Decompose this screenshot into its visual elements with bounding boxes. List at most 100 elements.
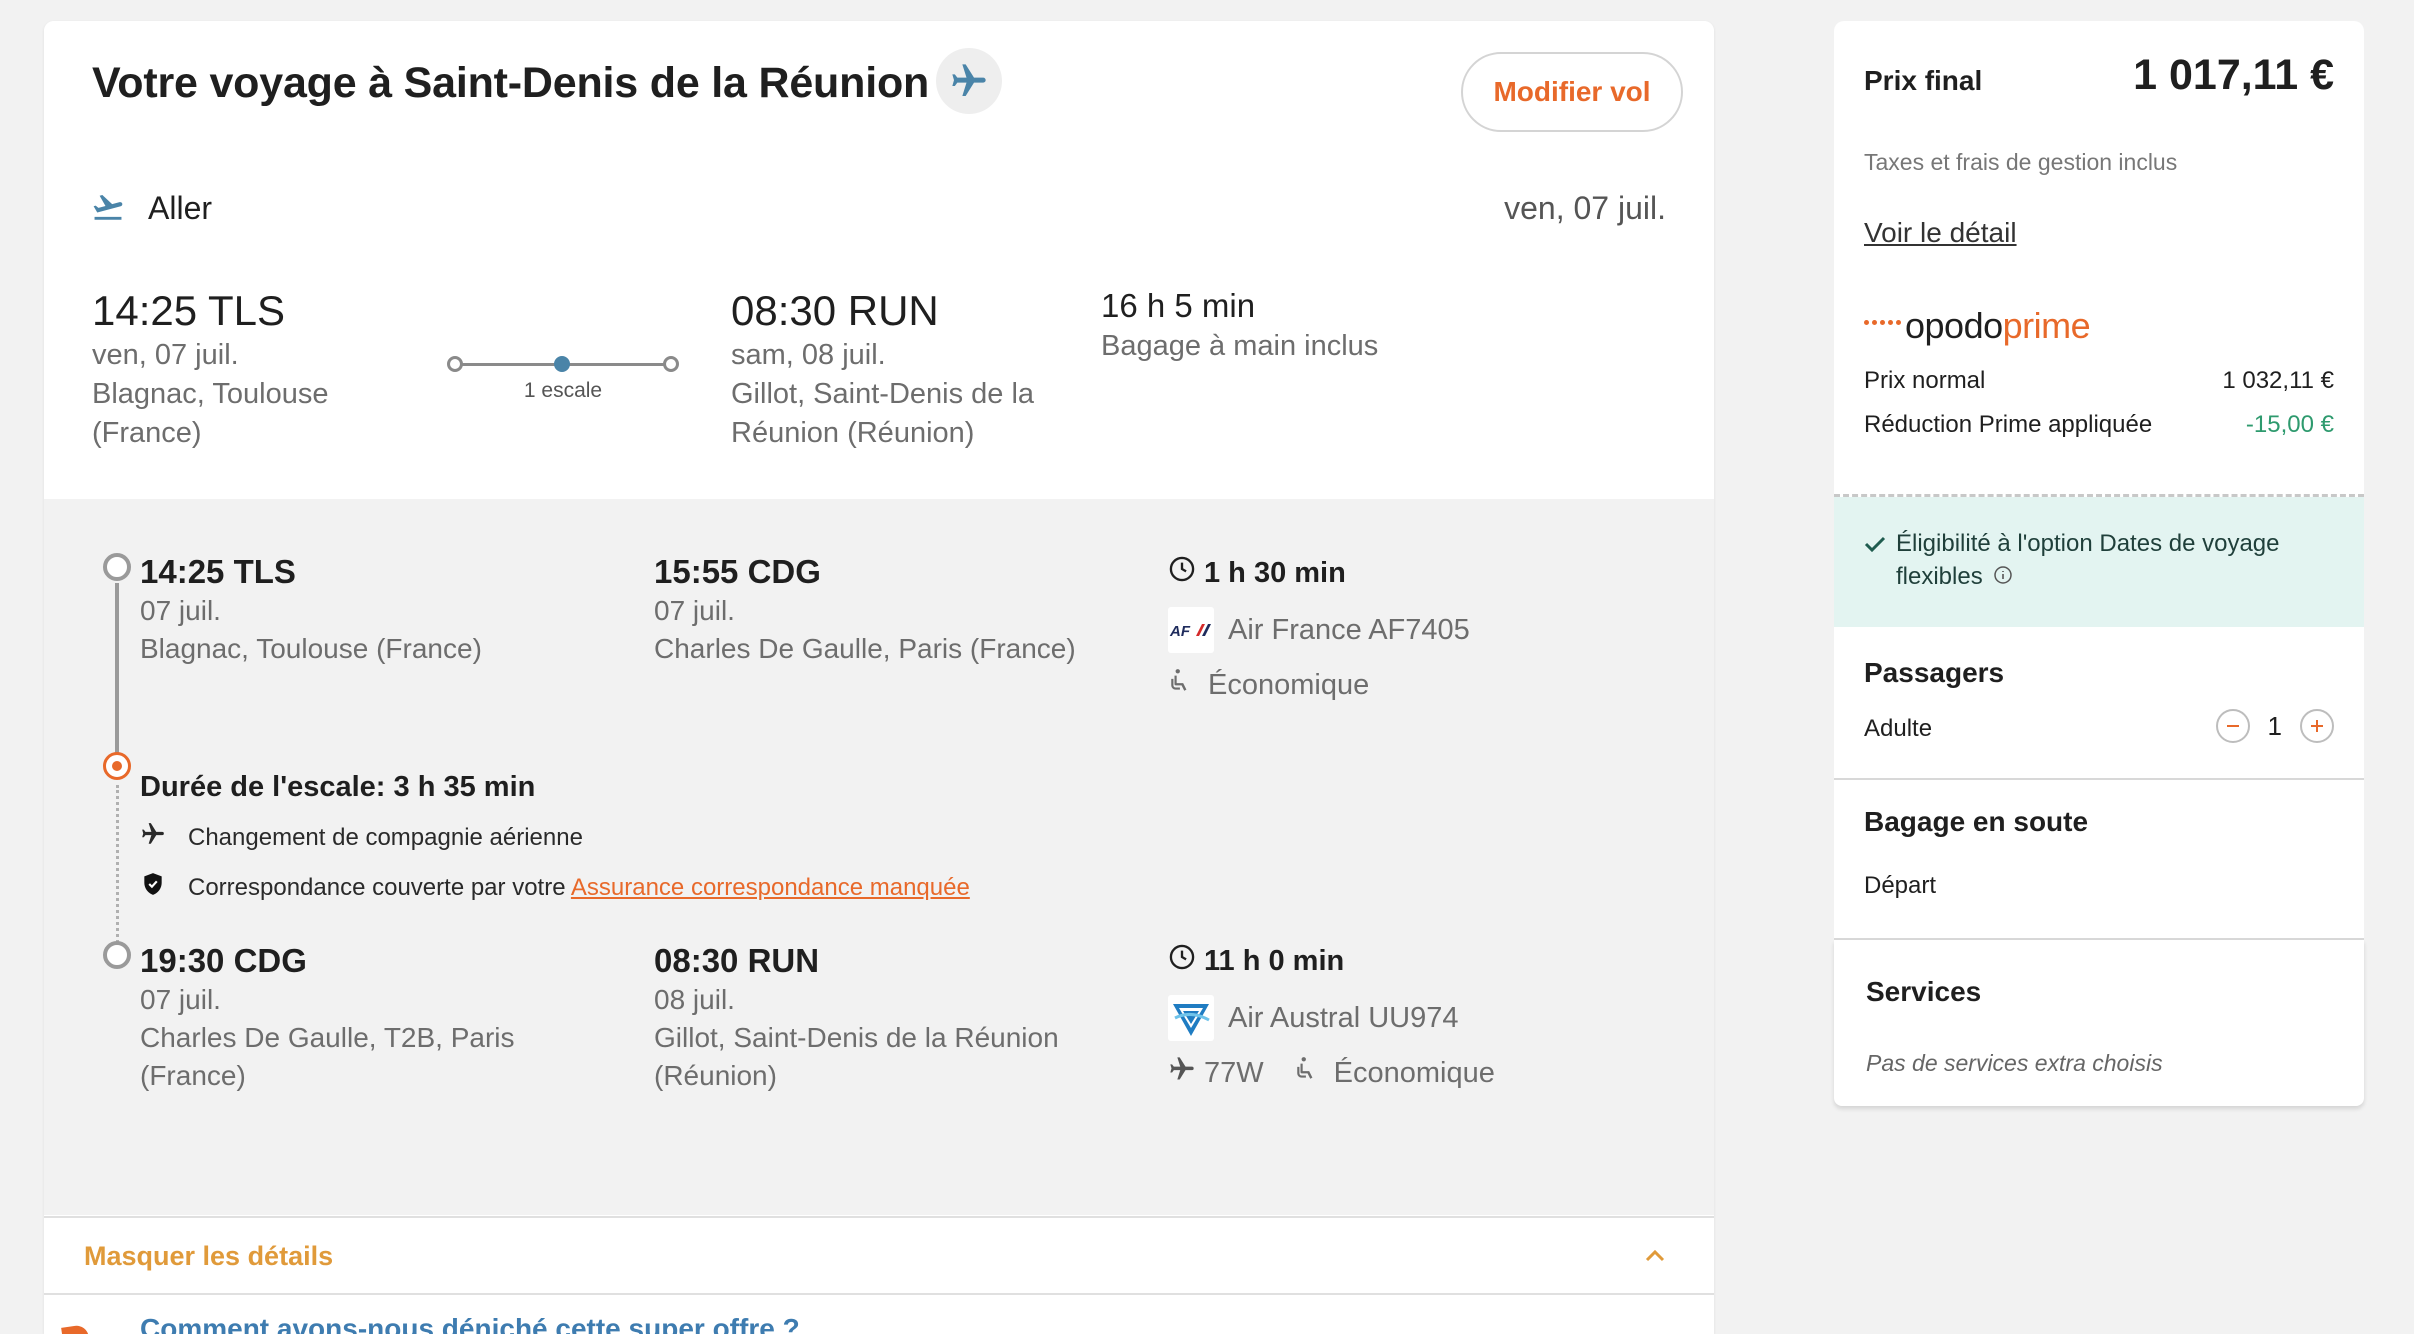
price-summary: Prix final 1 017,11 € Taxes et frais de … (1834, 21, 2364, 497)
segment1-departure: 14:25 TLS 07 juil. Blagnac, Toulouse (Fr… (140, 552, 620, 668)
layover-title: Durée de l'escale: 3 h 35 min (140, 771, 536, 803)
clock-icon (1168, 555, 1196, 591)
baggage-info: Bagage à main inclus (1101, 329, 1379, 362)
arrival-date: sam, 08 juil. (731, 339, 886, 372)
shield-check-icon (140, 871, 166, 904)
segment1-arrival: 15:55 CDG 07 juil. Charles De Gaulle, Pa… (654, 552, 1134, 668)
seg1-dep-time: 14:25 TLS (140, 553, 296, 590)
adult-label: Adulte (1864, 715, 1933, 742)
passengers-title: Passagers (1864, 657, 2005, 688)
seg2-aircraft: 77W (1204, 1056, 1264, 1089)
checkmark-icon (1864, 535, 1886, 558)
arrival-place: Gillot, Saint-Denis de la Réunion (Réuni… (731, 378, 1035, 450)
chevron-up-icon[interactable] (1644, 1248, 1666, 1269)
eligibility-banner: Éligibilité à l'option Dates de voyage f… (1834, 497, 2364, 627)
seg1-arr-time: 15:55 CDG (654, 553, 821, 590)
seg2-cabin: Économique (1333, 1056, 1495, 1089)
airplane-icon (140, 821, 166, 854)
services-section: Services Pas de services extra choisis (1834, 940, 2364, 1106)
seg1-airline: Air France AF7405 (1228, 613, 1470, 646)
direction-date: ven, 07 juil. (1504, 190, 1666, 226)
segment2-departure: 19:30 CDG 07 juil. Charles De Gaulle, T2… (140, 941, 620, 1095)
seg2-dep-date: 07 juil. (140, 983, 221, 1015)
see-detail-link[interactable]: Voir le détail (1864, 217, 2017, 249)
minus-icon[interactable] (2215, 709, 2250, 743)
normal-price: 1 032,11 € (2222, 367, 2334, 394)
seg2-airline: Air Austral UU974 (1228, 1001, 1459, 1034)
clock-icon (1168, 943, 1196, 979)
flight-details: 14:25 TLS 07 juil. Blagnac, Toulouse (Fr… (44, 499, 1714, 1215)
passengers-section: Passagers Adulte 1 (1834, 627, 2364, 780)
summary-departure: 14:25 TLS ven, 07 juil. Blagnac, Toulous… (92, 286, 392, 453)
discount-row: Réduction Prime appliquée -15,00 € (1864, 411, 2334, 439)
final-price-label: Prix final (1864, 65, 1983, 96)
air-austral-logo (1168, 995, 1214, 1041)
final-price: 1 017,11 € (2133, 51, 2334, 99)
layover-marker (103, 752, 131, 780)
coverage-text: Correspondance couverte par votre (188, 873, 566, 901)
seg2-arr-date: 08 juil. (654, 983, 735, 1015)
change-airline-text: Changement de compagnie aérienne (188, 823, 583, 851)
summary-duration: 16 h 5 min Bagage à main inclus (1101, 286, 1378, 363)
discount-label: Réduction Prime appliquée (1864, 411, 2153, 438)
segment1-info: 1 h 30 min AF Air France AF7405 Économiq… (1168, 555, 1470, 703)
seg1-arr-date: 07 juil. (654, 594, 735, 626)
services-note: Pas de services extra choisis (1866, 1050, 2163, 1076)
offer-decoration (61, 1324, 89, 1334)
seg1-dep-date: 07 juil. (140, 594, 221, 626)
segment2-arrival: 08:30 RUN 08 juil. Gillot, Saint-Denis d… (654, 941, 1134, 1095)
opodo-prime-logo: opodo prime (1864, 305, 2091, 347)
how-offer-link[interactable]: Comment avons-nous déniché cette super o… (140, 1313, 800, 1334)
trip-card: Votre voyage à Saint-Denis de la Réunion… (44, 21, 1714, 1334)
seat-icon (1294, 1055, 1320, 1091)
air-france-logo: AF (1168, 607, 1214, 653)
hide-details-toggle[interactable]: Masquer les détails (44, 1216, 1714, 1295)
arrival-time: 08:30 RUN (731, 287, 939, 334)
normal-price-label: Prix normal (1864, 367, 1986, 394)
itinerary-timeline (102, 553, 132, 973)
airplane-icon (1168, 1055, 1196, 1091)
svg-text:AF: AF (1169, 623, 1191, 640)
hide-details-label[interactable]: Masquer les détails (84, 1241, 333, 1272)
direction-label: Aller (148, 190, 213, 226)
insurance-link[interactable]: Assurance correspondance manquée (571, 874, 970, 901)
departure-place: Blagnac, Toulouse (France) (92, 378, 329, 450)
departure-time: 14:25 TLS (92, 287, 286, 334)
plus-icon[interactable] (2300, 709, 2334, 743)
departure-baggage-label[interactable]: Départ (1864, 872, 1936, 900)
normal-price-row: Prix normal 1 032,11 € (1864, 367, 2334, 395)
tax-note: Taxes et frais de gestion inclus (1864, 149, 2178, 175)
stops-indicator: 1 escale (447, 356, 679, 402)
summary-arrival: 08:30 RUN sam, 08 juil. Gillot, Saint-De… (731, 286, 1091, 453)
checked-baggage-section: Bagage en soute Départ (1834, 780, 2364, 940)
takeoff-icon (91, 190, 125, 229)
adult-count: 1 (2267, 710, 2282, 741)
seg2-arr-place: Gillot, Saint-Denis de la Réunion (Réuni… (654, 1021, 1059, 1091)
price-sidebar: Prix final 1 017,11 € Taxes et frais de … (1834, 21, 2364, 1106)
seat-icon (1168, 667, 1194, 703)
seg2-arr-time: 08:30 RUN (654, 942, 820, 979)
seg1-cabin: Économique (1208, 668, 1370, 701)
info-icon[interactable] (1993, 561, 2013, 594)
departure-date: ven, 07 juil. (92, 339, 239, 372)
segment2-info: 11 h 0 min Air Austral UU974 77W Économi… (1168, 943, 1495, 1091)
seg2-duration: 11 h 0 min (1204, 944, 1345, 977)
services-title: Services (1866, 976, 1982, 1007)
seg1-dep-place: Blagnac, Toulouse (France) (140, 632, 482, 664)
discount-value: -15,00 € (2245, 411, 2334, 438)
seg1-duration: 1 h 30 min (1204, 556, 1346, 589)
layover-coverage: Correspondance couverte par votre Assura… (140, 871, 970, 904)
baggage-title: Bagage en soute (1864, 806, 2089, 837)
adult-stepper: 1 (2215, 709, 2334, 743)
total-duration: 16 h 5 min (1101, 287, 1256, 324)
trip-summary: Votre voyage à Saint-Denis de la Réunion… (44, 21, 1714, 499)
stops-label: 1 escale (523, 379, 603, 402)
seg2-dep-time: 19:30 CDG (140, 942, 307, 979)
modify-flight-button[interactable]: Modifier vol (1461, 52, 1683, 132)
eligibility-text: Éligibilité à l'option Dates de voyage f… (1896, 527, 2316, 594)
seg2-dep-place: Charles De Gaulle, T2B, Paris (France) (140, 1021, 515, 1091)
layover-change: Changement de compagnie aérienne (140, 821, 583, 854)
airplane-icon (936, 48, 1002, 114)
trip-title: Votre voyage à Saint-Denis de la Réunion (92, 59, 930, 107)
seg1-arr-place: Charles De Gaulle, Paris (France) (654, 632, 1076, 664)
